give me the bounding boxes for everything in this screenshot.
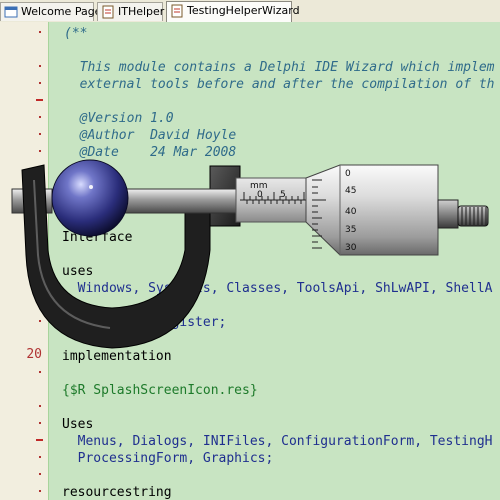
ratchet-neck: [437, 199, 459, 229]
thimble-tick-label: 30: [345, 243, 357, 253]
ball-shape: [51, 159, 129, 237]
micrometer-splash-icon: mm 0 5 0 45 40 35 30: [11, 159, 489, 349]
thimble-tick-label: 40: [345, 207, 357, 217]
thimble-tick-label: 0: [345, 169, 351, 179]
spindle-rod: [109, 188, 247, 214]
thimble-tick-label: 45: [345, 186, 356, 196]
sleeve-tick-label: 5: [280, 190, 286, 200]
sleeve-tick-label: 0: [257, 190, 263, 200]
ratchet-knurl: [461, 207, 487, 225]
ball-highlight: [89, 185, 93, 189]
thimble-tick-label: 35: [345, 225, 356, 235]
